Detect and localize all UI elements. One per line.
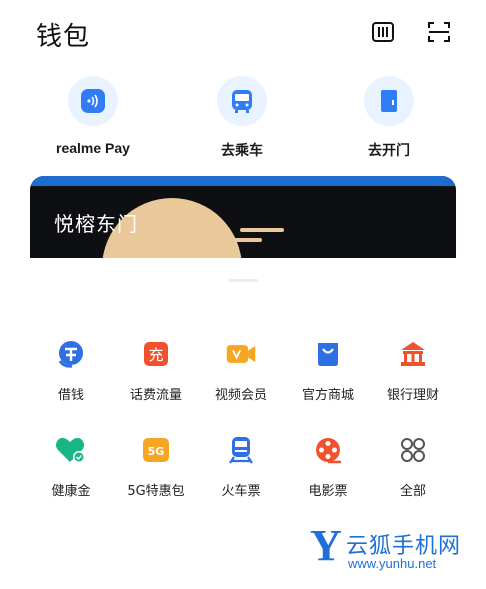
service-train-ticket[interactable]: 火车票	[193, 434, 289, 499]
service-all[interactable]: 全部	[365, 434, 461, 499]
service-loan[interactable]: 借钱	[23, 338, 119, 403]
service-5g-package[interactable]: 5G 5G特惠包	[108, 434, 204, 499]
nfc-pay-icon	[68, 76, 118, 126]
door-icon	[364, 76, 414, 126]
bank-icon	[397, 338, 429, 370]
scan-icon[interactable]	[426, 19, 452, 45]
access-card[interactable]: 悦榕东门	[30, 176, 456, 258]
service-label: 银行理财	[386, 388, 439, 403]
service-label: 5G特惠包	[127, 484, 185, 499]
recharge-icon: 充	[140, 338, 172, 370]
service-recharge[interactable]: 充 话费流量	[108, 338, 204, 403]
card-artwork-cloud	[226, 228, 284, 242]
watermark-logo-letter: Y	[310, 521, 342, 570]
service-official-store[interactable]: 官方商城	[280, 338, 376, 403]
bus-icon	[217, 76, 267, 126]
service-label: 借钱	[57, 388, 84, 403]
video-vip-icon	[225, 338, 257, 370]
svg-text:充: 充	[148, 346, 163, 364]
site-watermark: Y 云狐手机网 www.yunhu.net	[310, 524, 480, 580]
shortcut-open-door[interactable]: 去开门	[334, 76, 444, 160]
svg-text:5G: 5G	[148, 445, 165, 458]
shortcut-label: realme Pay	[56, 140, 130, 156]
watermark-url: www.yunhu.net	[348, 556, 437, 571]
service-label: 火车票	[221, 484, 261, 499]
service-label: 电影票	[308, 484, 348, 499]
service-label: 视频会员	[214, 388, 267, 403]
barcode-icon[interactable]	[370, 19, 396, 45]
service-label: 全部	[399, 484, 426, 499]
page-title: 钱包	[36, 22, 91, 52]
loan-icon	[55, 338, 87, 370]
shortcut-label: 去开门	[368, 142, 410, 158]
card-accent	[30, 176, 456, 186]
service-movie-ticket[interactable]: 电影票	[280, 434, 376, 499]
service-label: 官方商城	[301, 388, 354, 403]
service-bank[interactable]: 银行理财	[365, 338, 461, 403]
health-heart-icon	[55, 434, 87, 466]
service-label: 话费流量	[129, 388, 182, 403]
card-name: 悦榕东门	[54, 212, 138, 236]
5g-icon: 5G	[140, 434, 172, 466]
film-reel-icon	[312, 434, 344, 466]
drag-handle[interactable]	[228, 279, 258, 282]
service-video-vip[interactable]: 视频会员	[193, 338, 289, 403]
all-grid-icon	[397, 434, 429, 466]
train-icon	[225, 434, 257, 466]
service-label: 健康金	[51, 484, 91, 499]
shortcut-label: 去乘车	[221, 142, 263, 158]
shortcut-ride[interactable]: 去乘车	[187, 76, 297, 160]
service-health-fund[interactable]: 健康金	[23, 434, 119, 499]
shopping-bag-icon	[312, 338, 344, 370]
shortcut-realme-pay[interactable]: realme Pay	[38, 76, 148, 156]
